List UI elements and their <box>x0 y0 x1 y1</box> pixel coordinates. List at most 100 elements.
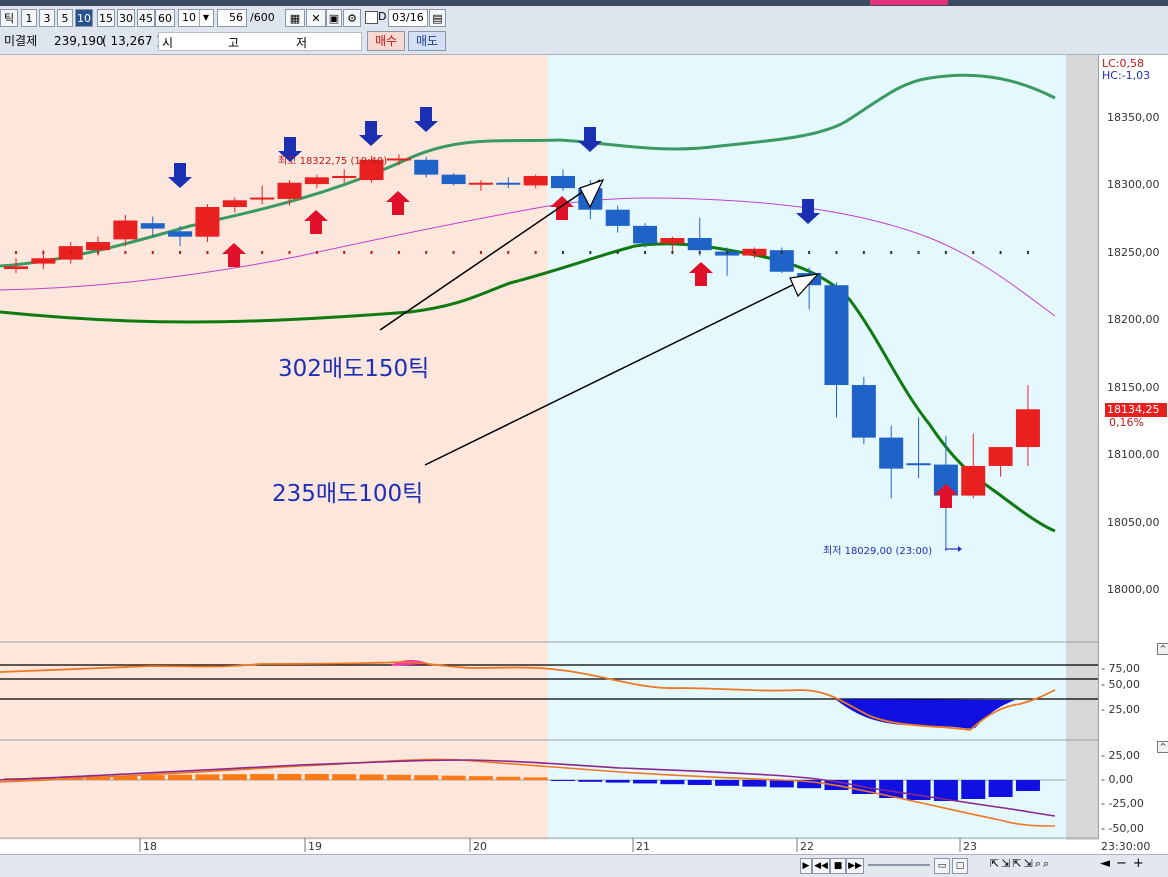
price-axis: LC:0,58 HC:-1,03 18350,00 18300,00 18250,0… <box>1098 55 1168 853</box>
legend-item-5: ■ MACD 크로스 강세패턴 <box>318 60 438 73</box>
macd-histogram-bar <box>660 780 685 785</box>
zoom-out-icon[interactable]: ▢ <box>952 858 968 874</box>
macd-histogram-bar <box>933 780 958 801</box>
candle-body <box>933 464 958 496</box>
time-label: 18 <box>143 840 157 853</box>
trend-dot <box>370 251 373 254</box>
crosshair-icon[interactable]: ✕ <box>306 9 326 27</box>
period-button-30[interactable]: 30 <box>117 9 135 27</box>
macd-histogram-bar <box>687 780 712 785</box>
pane2-collapse-icon[interactable]: ^ <box>1157 741 1168 753</box>
trend-dot <box>261 251 264 254</box>
sell-signal-arrow-icon <box>168 163 192 188</box>
trend-dot <box>562 251 564 254</box>
macd-histogram-bar <box>523 777 548 780</box>
date-input[interactable]: 03/16 <box>388 9 428 27</box>
legend-item-label: 0,2 <box>0 60 18 73</box>
zoom-icons[interactable]: ◄−+ <box>1100 856 1150 871</box>
macd-histogram-bar <box>86 776 111 780</box>
high-price-label: 최고 18322,75 (19:40) <box>278 156 388 167</box>
candle-body <box>140 223 165 229</box>
legend-item-6: 약세패턴 <box>442 60 482 73</box>
legend-item-1: 상한선 <box>23 60 53 73</box>
buy-button[interactable]: 매수 <box>367 31 405 51</box>
period-button-15[interactable]: 15 <box>97 9 115 27</box>
trend-dot <box>698 251 701 254</box>
period-button-1[interactable]: 1 <box>21 9 37 27</box>
time-label: 20 <box>473 840 487 853</box>
macd-line <box>0 758 1056 827</box>
macd-histogram-bar <box>851 780 876 794</box>
annotation-line-2 <box>424 273 816 466</box>
macd-histogram-bar <box>906 780 931 800</box>
trend-dot <box>151 251 154 254</box>
macd-histogram-bar <box>58 776 83 780</box>
period-select[interactable]: 10 ▼ <box>178 9 214 27</box>
trend-dot <box>644 251 647 254</box>
candle-body <box>113 220 138 240</box>
play-icon[interactable]: ▶ <box>800 858 812 874</box>
dots-layer <box>15 251 1029 254</box>
pane-collapse-icon[interactable]: ^ <box>1157 643 1168 655</box>
annotation-line-1 <box>379 179 601 331</box>
active-indicator <box>870 0 948 5</box>
candle-body <box>687 238 712 251</box>
macd-histogram-bar <box>879 780 904 798</box>
rewind-icon[interactable]: ◀◀ <box>812 858 830 874</box>
sell-button[interactable]: 매도 <box>408 31 446 51</box>
candle-body <box>988 447 1013 466</box>
indicator-legend: 0,2 상한선 하한선 ■ TRIX-sig 골든크로스 ■ TRIX-sig 데드크로… <box>0 58 488 74</box>
macd-histogram-bar <box>605 780 630 783</box>
legend-item-3: ■ TRIX-sig 골든크로스 <box>93 60 200 73</box>
trend-dot <box>124 251 127 254</box>
calendar-icon[interactable]: ▤ <box>429 9 446 27</box>
grid-icon[interactable]: ▦ <box>285 9 305 27</box>
sell-signal-arrow-icon <box>414 107 438 132</box>
save-icon[interactable]: ▣ <box>326 9 342 27</box>
right-margin-gray <box>1066 55 1098 840</box>
legend-marker-icon: ■ <box>93 64 103 72</box>
d-checkbox[interactable] <box>365 11 378 24</box>
trend-dot <box>233 251 236 254</box>
period-button-10[interactable]: 10 <box>75 9 93 27</box>
price-chart: 18 19 20 21 22 23 <box>0 55 1098 853</box>
candle-body <box>168 231 193 237</box>
price-tick-label: 18000,00 <box>1107 583 1160 596</box>
period-button-45[interactable]: 45 <box>137 9 155 27</box>
candle-body <box>523 175 548 186</box>
period-button-3[interactable]: 3 <box>39 9 55 27</box>
price-tick-label: 18100,00 <box>1107 448 1160 462</box>
zoom-slider[interactable] <box>868 864 930 866</box>
trend-dot <box>917 251 920 254</box>
legend-item-label: 상한선 <box>22 60 53 73</box>
macd-histogram-bar <box>332 774 357 780</box>
tick-mode-button[interactable]: 틱 <box>0 9 18 27</box>
stoch-tick-label: - 75,00 <box>1101 662 1140 675</box>
session-bg-left <box>0 55 548 840</box>
chevron-down-icon[interactable]: ▼ <box>199 10 212 26</box>
candle-body <box>1015 409 1040 448</box>
stop-icon[interactable]: ■ <box>830 858 846 874</box>
count-input[interactable]: 56 <box>217 9 247 27</box>
zoom-box-icon[interactable]: ▭ <box>934 858 950 874</box>
buy-signal-arrow-icon <box>222 243 246 267</box>
candle-body <box>879 437 904 469</box>
period-button-5[interactable]: 5 <box>57 9 73 27</box>
candle-body <box>332 175 357 178</box>
chart-toolbar: 틱 1 3 5 10 15 30 45 60 10 ▼ 56 /600 ▦ ✕ ▣ ⚙ D 0… <box>0 0 1168 55</box>
stoch-tick-label: - 25,00 <box>1101 703 1140 716</box>
fast-forward-icon[interactable]: ▶▶ <box>846 858 864 874</box>
candles-layer <box>4 154 1040 551</box>
trend-dot <box>862 251 865 254</box>
gear-icon[interactable]: ⚙ <box>343 9 361 27</box>
candle-body <box>742 248 767 256</box>
period-button-60[interactable]: 60 <box>155 9 175 27</box>
legend-item-label: TRIX-sig 골든크로스 <box>102 60 201 73</box>
tool-icons[interactable]: ⇱⇲⇱⇲⌕⌕ <box>990 857 1051 871</box>
session-bg-right <box>548 55 1066 840</box>
buy-signal-arrow-icon <box>550 196 574 220</box>
macd-tick-label: - -50,00 <box>1101 822 1144 835</box>
candle-body <box>906 463 931 466</box>
macd-histogram-bar <box>742 780 767 787</box>
low-arrow-icon <box>958 546 962 552</box>
